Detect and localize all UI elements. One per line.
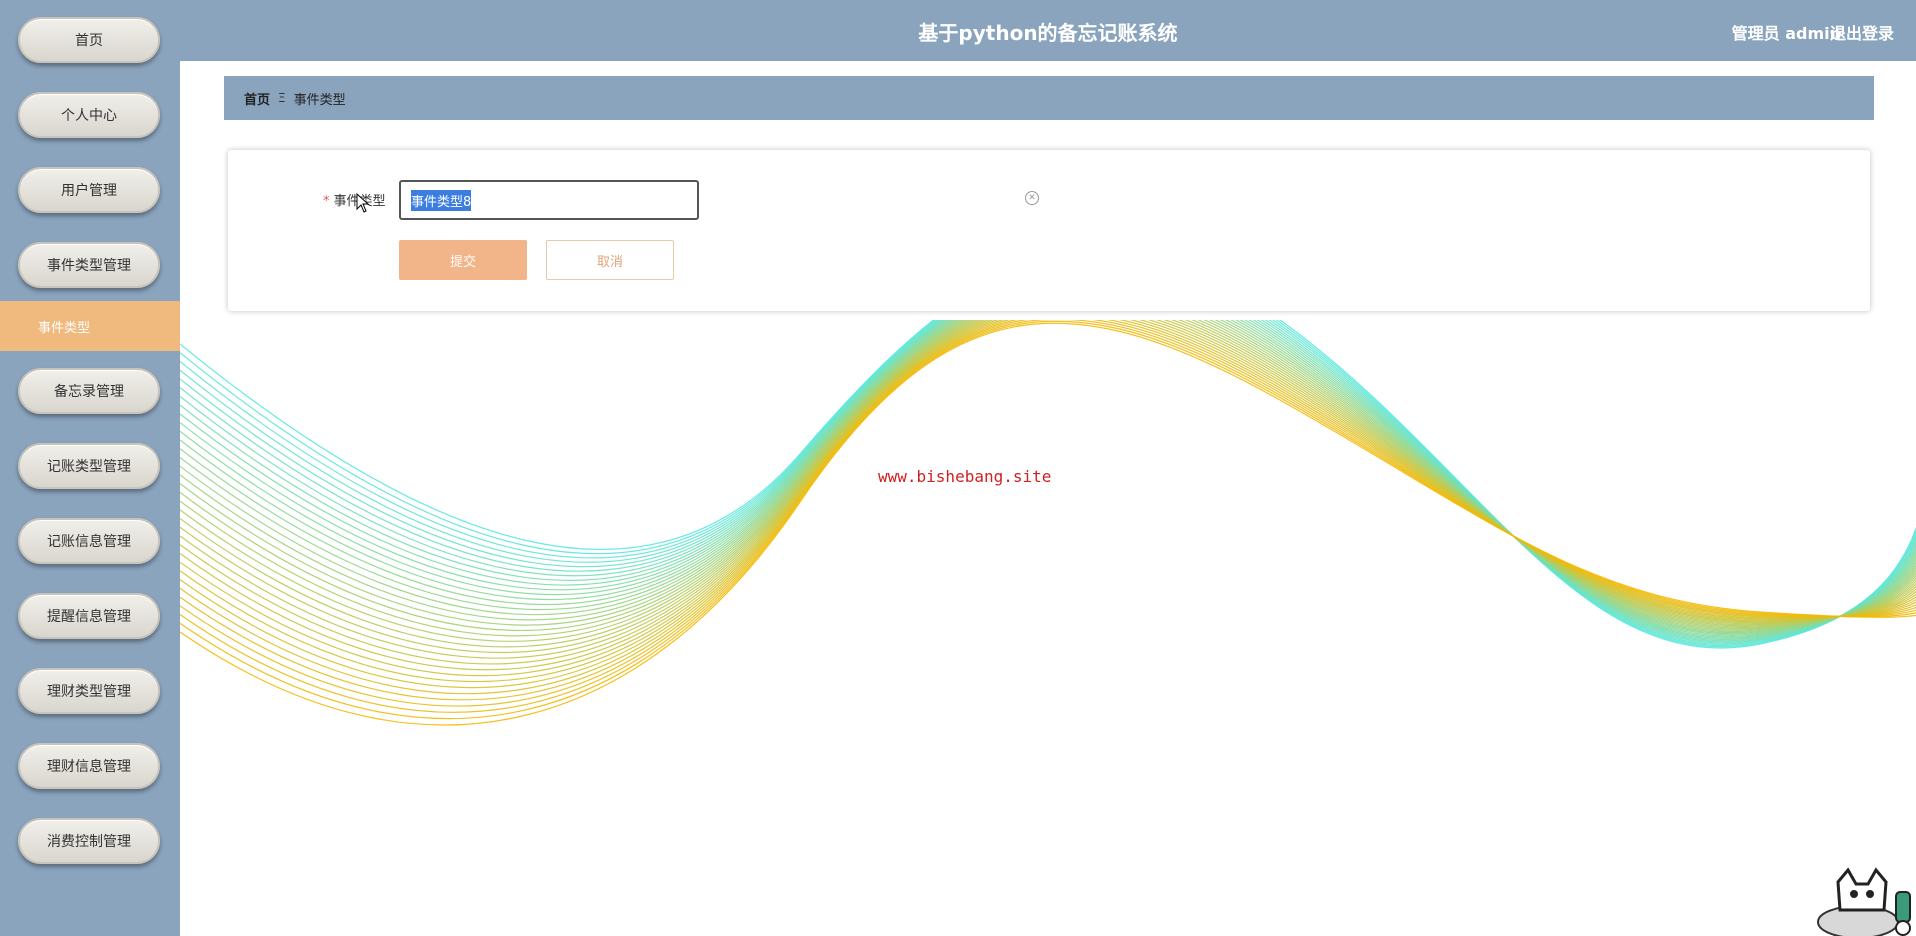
sidebar-item-finance-info-management[interactable]: 理财信息管理 [18, 743, 160, 789]
event-type-input[interactable]: 事件类型8 [399, 180, 699, 220]
breadcrumb: 首页 Ξ 事件类型 [224, 76, 1874, 120]
clear-icon[interactable]: ✕ [1025, 191, 1039, 205]
sidebar-subitem-event-type[interactable]: 事件类型 [0, 301, 180, 351]
mouse-cursor-icon [356, 193, 370, 213]
wave-background [180, 320, 1916, 726]
sidebar-item-accounting-type-management[interactable]: 记账类型管理 [18, 443, 160, 489]
event-type-form: *事件类型 事件类型8 ✕ 提交 取消 [228, 150, 1870, 311]
app-title: 基于python的备忘记账系统 [918, 21, 1178, 45]
event-type-input-value: 事件类型8 [411, 189, 472, 211]
sidebar-item-user-management[interactable]: 用户管理 [18, 167, 160, 213]
required-mark: * [323, 194, 330, 209]
breadcrumb-separator-icon: Ξ [278, 91, 286, 105]
wave-line [180, 320, 1916, 720]
sidebar-item-consumption-control-management[interactable]: 消费控制管理 [18, 818, 160, 864]
sidebar-item-accounting-info-management[interactable]: 记账信息管理 [18, 518, 160, 564]
sidebar-item-finance-type-management[interactable]: 理财类型管理 [18, 668, 160, 714]
wave-line [180, 320, 1916, 701]
submit-button[interactable]: 提交 [399, 240, 527, 280]
page: 首页 个人中心 用户管理 事件类型管理 事件类型 备忘录管理 记账类型管理 记账… [0, 0, 1916, 936]
breadcrumb-home[interactable]: 首页 [244, 89, 270, 108]
logout-link[interactable]: 退出登录 [1830, 20, 1894, 44]
mascot-cat-icon [1817, 867, 1911, 936]
event-type-label: *事件类型 [323, 190, 386, 209]
sidebar-item-event-type-management[interactable]: 事件类型管理 [18, 242, 160, 288]
sidebar: 首页 个人中心 用户管理 事件类型管理 事件类型 备忘录管理 记账类型管理 记账… [0, 0, 180, 936]
sidebar-item-memo-management[interactable]: 备忘录管理 [18, 368, 160, 414]
cancel-button[interactable]: 取消 [546, 240, 674, 280]
sidebar-item-personal-center[interactable]: 个人中心 [18, 92, 160, 138]
sidebar-item-home[interactable]: 首页 [18, 17, 160, 63]
wave-line [180, 320, 1916, 695]
sidebar-item-reminder-management[interactable]: 提醒信息管理 [18, 593, 160, 639]
current-user: 管理员 admin [1731, 24, 1841, 43]
watermark-text: www.bishebang.site [878, 467, 1052, 486]
wave-line [180, 320, 1916, 707]
breadcrumb-current: 事件类型 [293, 92, 346, 108]
top-header: 基于python的备忘记账系统 管理员 admin 退出登录 [180, 0, 1916, 61]
